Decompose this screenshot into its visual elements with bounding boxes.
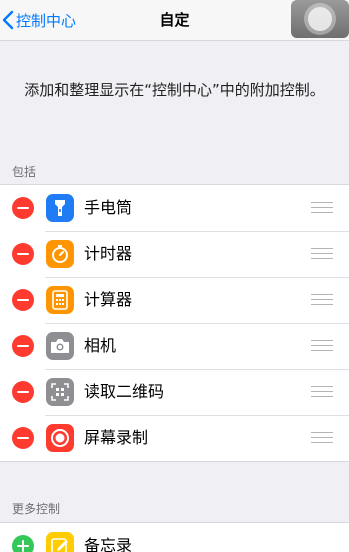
list-item-camera: 相机 (0, 323, 349, 369)
description-text: 添加和整理显示在“控制中心”中的附加控制。 (24, 81, 325, 99)
drag-handle[interactable] (311, 294, 333, 306)
list-item-screen-recording: 屏幕录制 (0, 415, 349, 461)
section-header-included: 包括 (12, 165, 37, 179)
control-center-customize-screen: 控制中心 自定 添加和整理显示在“控制中心”中的附加控制。 包括 手电筒 计时器… (0, 0, 349, 552)
calculator-icon (46, 286, 74, 314)
section-header-more-controls: 更多控制 (12, 502, 61, 516)
item-label: 读取二维码 (84, 382, 165, 401)
drag-handle[interactable] (311, 248, 333, 260)
list-item-qr-reader: 读取二维码 (0, 369, 349, 415)
item-label: 计算器 (84, 290, 133, 309)
back-button-label: 控制中心 (16, 11, 77, 30)
navigation-bar: 控制中心 自定 (0, 0, 349, 41)
list-item-flashlight: 手电筒 (0, 185, 349, 231)
back-button[interactable]: 控制中心 (2, 0, 76, 40)
flashlight-icon (46, 194, 74, 222)
drag-handle[interactable] (311, 432, 333, 444)
item-label: 手电筒 (84, 198, 133, 217)
included-controls-list: 手电筒 计时器 计算器 相机 读取二维码 屏幕录制 (0, 184, 349, 462)
remove-button[interactable] (12, 427, 34, 449)
notes-icon (46, 532, 74, 552)
item-label: 计时器 (84, 244, 133, 263)
assistive-touch-button[interactable] (291, 0, 349, 38)
drag-handle[interactable] (311, 386, 333, 398)
remove-button[interactable] (12, 335, 34, 357)
remove-button[interactable] (12, 381, 34, 403)
remove-button[interactable] (12, 243, 34, 265)
item-label: 备忘录 (84, 536, 133, 552)
add-button[interactable] (12, 535, 34, 552)
list-item-calculator: 计算器 (0, 277, 349, 323)
item-label: 相机 (84, 336, 117, 355)
assistive-touch-icon (304, 3, 336, 35)
remove-button[interactable] (12, 197, 34, 219)
list-item-notes: 备忘录 (0, 523, 349, 552)
item-label: 屏幕录制 (84, 428, 149, 447)
timer-icon (46, 240, 74, 268)
camera-icon (46, 332, 74, 360)
list-item-timer: 计时器 (0, 231, 349, 277)
chevron-left-icon (2, 10, 14, 30)
drag-handle[interactable] (311, 202, 333, 214)
screen-record-icon (46, 424, 74, 452)
qr-code-icon (46, 378, 74, 406)
remove-button[interactable] (12, 289, 34, 311)
more-controls-list: 备忘录 (0, 522, 349, 552)
drag-handle[interactable] (311, 340, 333, 352)
